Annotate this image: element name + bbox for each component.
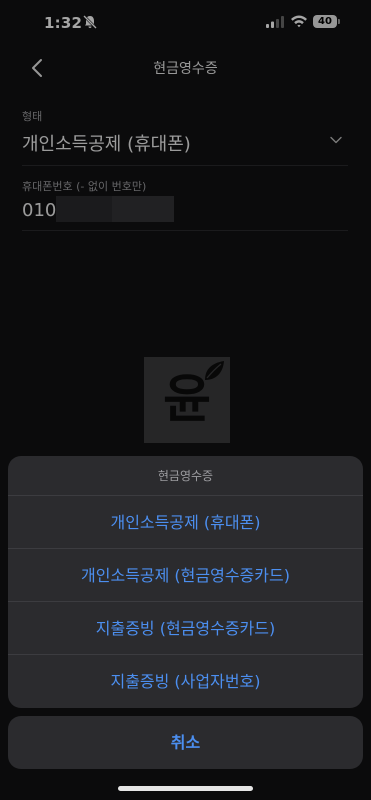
cancel-button[interactable]: 취소 — [8, 716, 363, 769]
option-business-number[interactable]: 지출증빙 (사업자번호) — [8, 655, 363, 708]
option-personal-phone[interactable]: 개인소득공제 (휴대폰) — [8, 496, 363, 549]
action-sheet: 현금영수증 개인소득공제 (휴대폰) 개인소득공제 (현금영수증카드) 지출증빙… — [8, 456, 363, 708]
action-sheet-title: 현금영수증 — [8, 456, 363, 496]
home-indicator[interactable] — [118, 786, 253, 791]
screen: 1:32 40 현금영수증 형태 개인소득공제 (휴대폰) 휴대폰번호 (- 없… — [0, 0, 371, 800]
option-personal-card[interactable]: 개인소득공제 (현금영수증카드) — [8, 549, 363, 602]
option-business-card[interactable]: 지출증빙 (현금영수증카드) — [8, 602, 363, 655]
